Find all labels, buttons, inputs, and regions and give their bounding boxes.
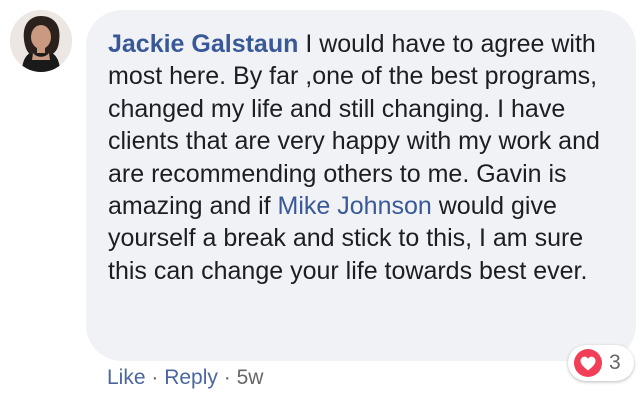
action-separator: · xyxy=(145,366,165,389)
reaction-count: 3 xyxy=(609,351,621,374)
heart-icon xyxy=(574,349,602,377)
comment-text: Jackie Galstaun I would have to agree wi… xyxy=(108,28,614,287)
author-name-link[interactable]: Jackie Galstaun xyxy=(108,30,298,58)
comment-actions: Like · Reply · 5w xyxy=(107,366,263,390)
reactions-summary[interactable]: 3 xyxy=(568,345,634,381)
action-separator: · xyxy=(217,366,237,389)
like-button[interactable]: Like xyxy=(107,366,146,389)
avatar-portrait-image xyxy=(10,10,72,72)
reply-button[interactable]: Reply xyxy=(164,366,218,389)
author-avatar[interactable] xyxy=(10,10,72,72)
mention-link[interactable]: Mike Johnson xyxy=(278,192,432,220)
comment-bubble: Jackie Galstaun I would have to agree wi… xyxy=(86,10,636,361)
timestamp-link[interactable]: 5w xyxy=(237,366,264,389)
